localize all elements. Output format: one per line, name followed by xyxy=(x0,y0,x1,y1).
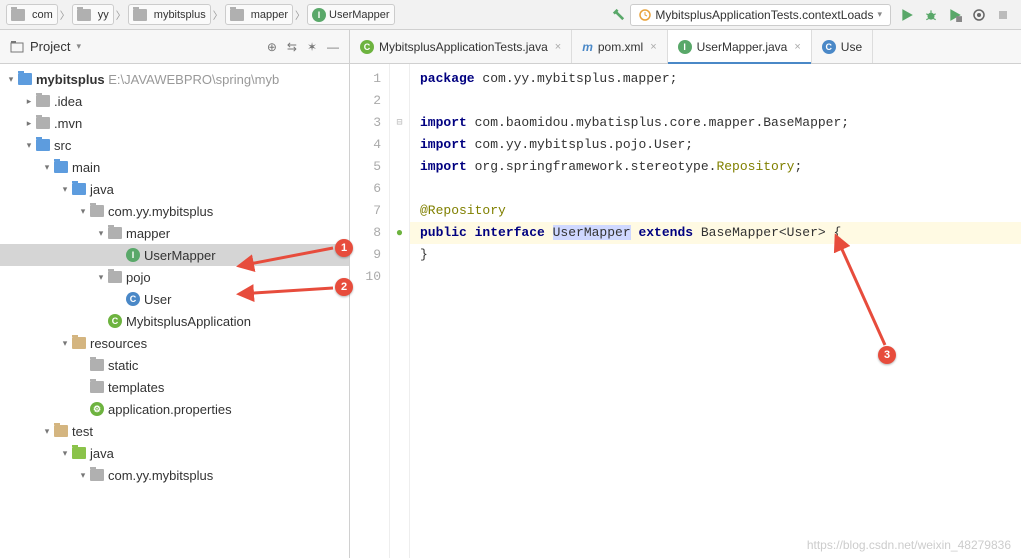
tab-pom[interactable]: mpom.xml× xyxy=(572,30,667,63)
class-icon: C xyxy=(360,40,374,54)
interface-icon: I xyxy=(678,40,692,54)
package-icon xyxy=(90,469,104,481)
tab-tests[interactable]: CMybitsplusApplicationTests.java× xyxy=(350,30,572,63)
maven-icon: m xyxy=(582,40,593,54)
folder-icon xyxy=(90,381,104,393)
line-gutter: 1 2 3 4 5 6 7 8 9 10 xyxy=(350,64,390,558)
source-folder-icon xyxy=(72,183,86,195)
fold-icon[interactable]: ⊟ xyxy=(396,117,402,129)
project-tree[interactable]: ▾mybitsplus E:\JAVAWEBPRO\spring\myb ▸.i… xyxy=(0,64,350,558)
class-icon: C xyxy=(108,314,122,328)
annotation-badge-2: 2 xyxy=(335,278,353,296)
folder-icon xyxy=(54,425,68,437)
editor-tabs: CMybitsplusApplicationTests.java× mpom.x… xyxy=(350,30,873,63)
test-folder-icon xyxy=(72,447,86,459)
class-icon: C xyxy=(126,292,140,306)
folder-icon xyxy=(230,9,244,21)
project-panel-header[interactable]: Project ▾ ⊕ ⇆ ✶ — xyxy=(0,30,350,63)
close-icon[interactable]: × xyxy=(794,41,800,53)
breadcrumb[interactable]: com〉 yy〉 mybitsplus〉 mapper〉 IUserMapper xyxy=(6,4,395,25)
class-icon: C xyxy=(822,40,836,54)
annotation-badge-3: 3 xyxy=(878,346,896,364)
properties-icon: ⚙ xyxy=(90,402,104,416)
gutter-icons: ⊟ ● xyxy=(390,64,410,558)
package-icon xyxy=(108,271,122,283)
tool-window-bar: Project ▾ ⊕ ⇆ ✶ — CMybitsplusApplication… xyxy=(0,30,1021,64)
select-opened-file-icon[interactable]: ⊕ xyxy=(267,40,277,54)
coverage-button[interactable] xyxy=(947,7,963,23)
folder-icon xyxy=(36,139,50,151)
tab-usermapper[interactable]: IUserMapper.java× xyxy=(668,30,812,63)
bean-icon[interactable]: ● xyxy=(396,226,403,240)
hide-icon[interactable]: — xyxy=(327,40,339,54)
debug-button[interactable] xyxy=(923,7,939,23)
folder-icon xyxy=(36,95,50,107)
annotation-badge-1: 1 xyxy=(335,239,353,257)
folder-icon xyxy=(54,161,68,173)
close-icon[interactable]: × xyxy=(650,41,656,53)
code-editor[interactable]: 1 2 3 4 5 6 7 8 9 10 ⊟ ● package com.yy.… xyxy=(350,64,1021,558)
settings-icon[interactable]: ✶ xyxy=(307,40,317,54)
navigation-bar: com〉 yy〉 mybitsplus〉 mapper〉 IUserMapper… xyxy=(0,0,1021,30)
expand-all-icon[interactable]: ⇆ xyxy=(287,40,297,54)
test-icon xyxy=(639,9,651,21)
stop-button[interactable] xyxy=(995,7,1011,23)
resources-folder-icon xyxy=(72,337,86,349)
project-icon xyxy=(10,40,24,54)
code-area[interactable]: package com.yy.mybitsplus.mapper; import… xyxy=(410,64,1021,558)
interface-icon: I xyxy=(126,248,140,262)
folder-icon xyxy=(36,117,50,129)
build-button[interactable] xyxy=(610,7,626,23)
package-icon xyxy=(108,227,122,239)
folder-icon xyxy=(77,9,91,21)
module-icon xyxy=(18,73,32,85)
package-icon xyxy=(90,205,104,217)
watermark: https://blog.csdn.net/weixin_48279836 xyxy=(807,538,1011,552)
folder-icon xyxy=(90,359,104,371)
run-button[interactable] xyxy=(899,7,915,23)
folder-icon xyxy=(133,9,147,21)
close-icon[interactable]: × xyxy=(555,41,561,53)
tab-user[interactable]: CUse xyxy=(812,30,873,63)
folder-icon xyxy=(11,9,25,21)
tree-node-mapper[interactable]: ▾mapper xyxy=(0,222,349,244)
run-config-label: MybitsplusApplicationTests.contextLoads xyxy=(655,8,873,22)
interface-icon: I xyxy=(312,8,326,22)
profiler-button[interactable] xyxy=(971,7,987,23)
tree-node-usermapper[interactable]: ▸IUserMapper xyxy=(0,244,349,266)
run-config-selector[interactable]: MybitsplusApplicationTests.contextLoads … xyxy=(630,4,891,26)
project-label: Project xyxy=(30,39,70,54)
